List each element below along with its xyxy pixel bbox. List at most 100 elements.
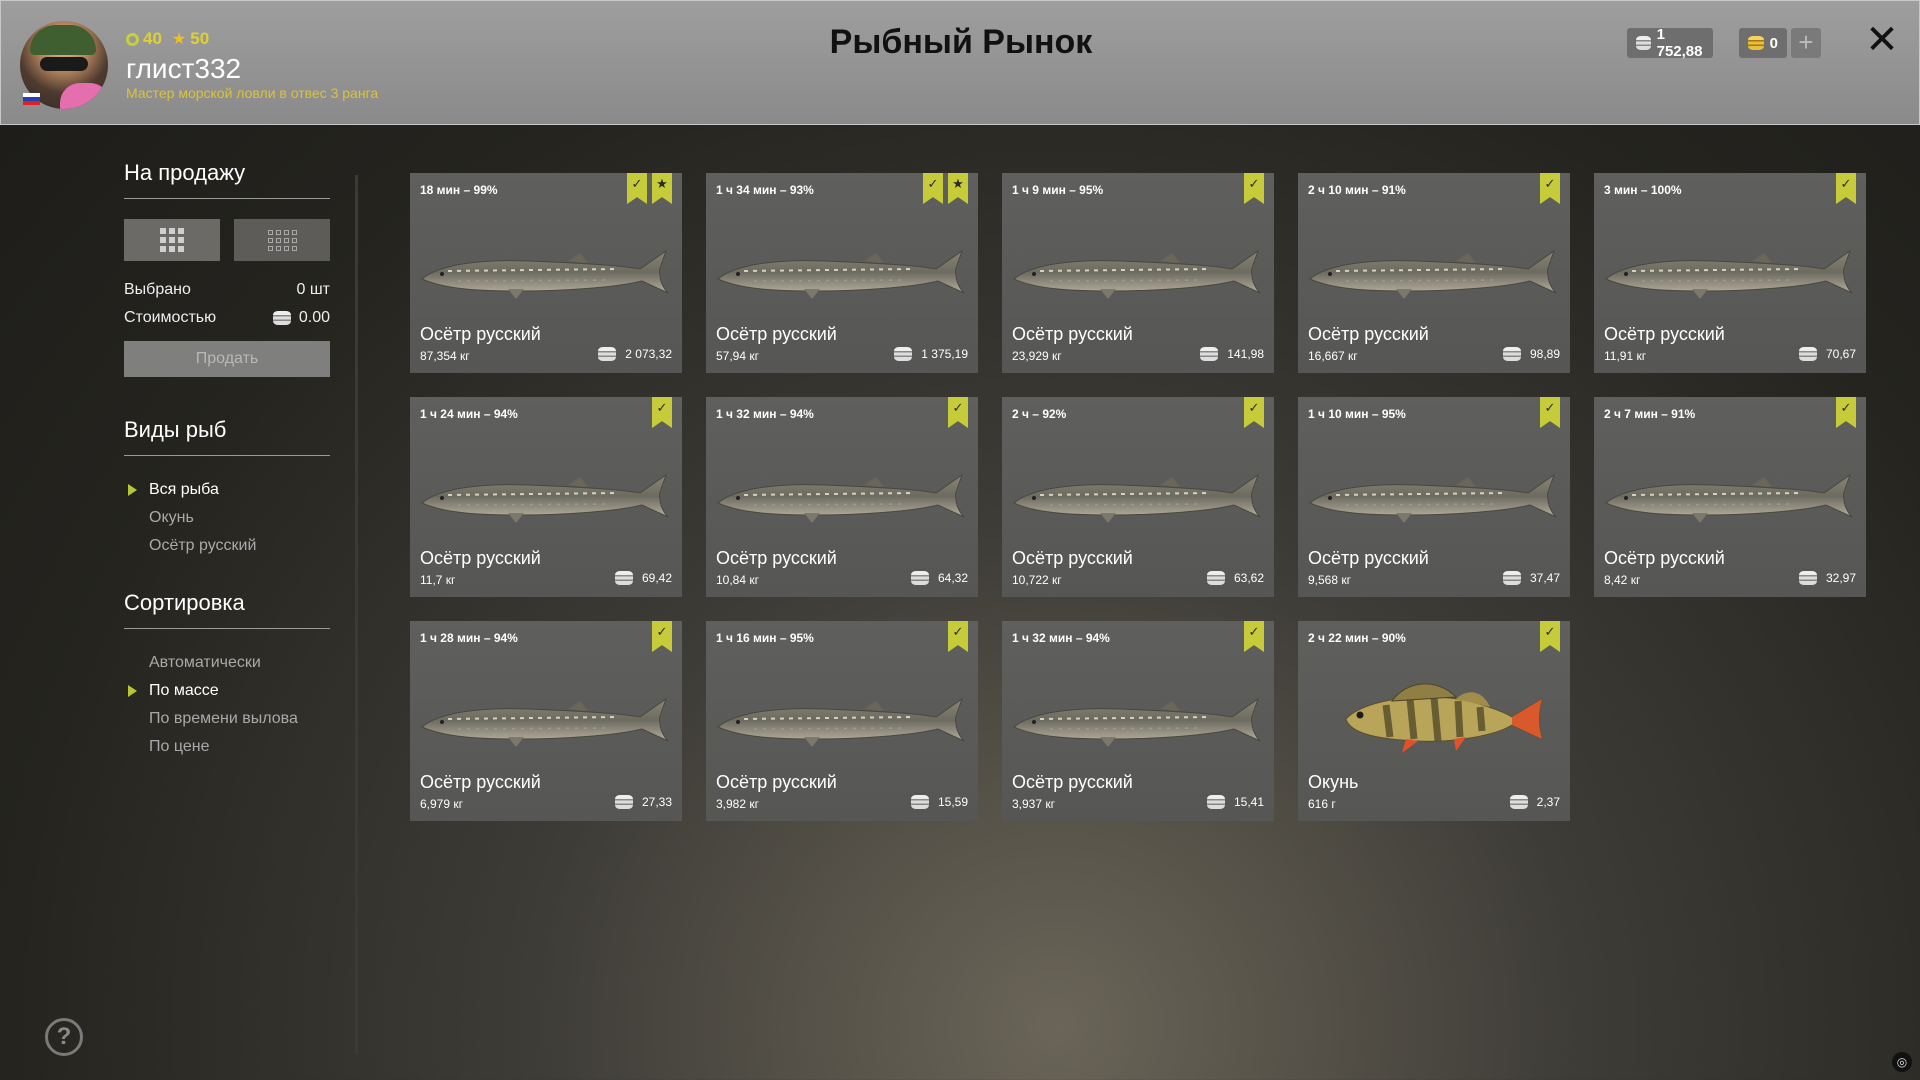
small-grid-view-button[interactable] [234,219,330,261]
silver-coins-icon [1636,36,1651,50]
sorting-title: Сортировка [124,590,330,629]
fish-type-item[interactable]: Осётр русский [124,532,330,560]
star-icon[interactable]: ★ [652,173,672,204]
sort-option-item[interactable]: По времени вылова [124,705,330,733]
check-icon[interactable]: ✓ [1244,397,1264,428]
fish-card[interactable]: 1 ч 28 мин – 94% ✓ Осётр русский 6,979 к… [410,621,682,821]
fish-card[interactable]: 3 мин – 100% ✓ Осётр русский 11,91 кг 70… [1594,173,1866,373]
check-icon[interactable]: ✓ [948,397,968,428]
check-icon[interactable]: ✓ [1540,621,1560,652]
fish-name: Осётр русский [1012,772,1133,792]
fish-price: 64,32 [910,571,968,585]
catch-time: 1 ч 32 мин – 94% [1012,631,1110,645]
catch-time: 1 ч 9 мин – 95% [1012,183,1104,197]
check-icon[interactable]: ✓ [948,621,968,652]
plus-icon[interactable]: + [1791,28,1821,58]
price-value: 70,67 [1825,347,1856,361]
catch-time: 18 мин – 99% [420,183,498,197]
price-value: 63,62 [1233,571,1264,585]
fish-weight: 8,42 кг [1604,573,1641,587]
fish-name: Осётр русский [716,548,837,568]
card-badges: ✓ [948,621,968,652]
card-badges: ✓ [1540,621,1560,652]
check-icon[interactable]: ✓ [1836,173,1856,204]
catch-time: 3 мин – 100% [1604,183,1682,197]
fish-weight: 3,982 кг [716,797,759,811]
fish-card[interactable]: 1 ч 24 мин – 94% ✓ Осётр русский 11,7 кг… [410,397,682,597]
check-icon[interactable]: ✓ [1540,173,1560,204]
large-grid-view-button[interactable] [124,219,220,261]
sort-option-item[interactable]: Автоматически [124,649,330,677]
selected-label: Выбрано [124,281,191,298]
check-icon[interactable]: ✓ [1244,621,1264,652]
fish-card[interactable]: 2 ч – 92% ✓ Осётр русский 10,722 кг 63,6… [1002,397,1274,597]
card-badges: ✓ ★ [923,173,968,204]
fish-card[interactable]: 1 ч 32 мин – 94% ✓ Осётр русский 10,84 к… [706,397,978,597]
silver-coins-icon [1509,795,1528,809]
fish-name: Осётр русский [420,772,541,792]
fish-card[interactable]: 1 ч 16 мин – 95% ✓ Осётр русский 3,982 к… [706,621,978,821]
fish-card[interactable]: 1 ч 34 мин – 93% ✓ ★ Осётр русский 57,94 … [706,173,978,373]
check-icon[interactable]: ✓ [1540,397,1560,428]
check-icon[interactable]: ✓ [1244,173,1264,204]
silver-coins-icon [1798,347,1817,361]
fish-price: 141,98 [1200,347,1264,361]
fish-type-item[interactable]: Вся рыба [124,476,330,504]
settings-icon[interactable]: ◎ [1892,1052,1912,1072]
catch-time: 1 ч 24 мин – 94% [420,407,518,421]
fish-price: 98,89 [1502,347,1560,361]
catch-time: 2 ч 22 мин – 90% [1308,631,1406,645]
card-badges: ✓ [1540,173,1560,204]
check-icon[interactable]: ✓ [1836,397,1856,428]
card-badges: ✓ [948,397,968,428]
card-badges: ✓ [1244,397,1264,428]
sell-button[interactable]: Продать [124,341,330,377]
fish-weight: 616 г [1308,797,1336,811]
star-icon[interactable]: ★ [948,173,968,204]
fish-card[interactable]: 2 ч 7 мин – 91% ✓ Осётр русский 8,42 кг … [1594,397,1866,597]
sort-option-item[interactable]: По массе [124,677,330,705]
price-value: 15,41 [1233,795,1264,809]
sturgeon-image [1309,249,1557,299]
fish-card[interactable]: 1 ч 32 мин – 94% ✓ Осётр русский 3,937 к… [1002,621,1274,821]
fish-card[interactable]: 1 ч 10 мин – 95% ✓ Осётр русский 9,568 к… [1298,397,1570,597]
fish-name: Осётр русский [420,324,541,344]
close-icon[interactable]: ✕ [1863,20,1901,60]
price-value: 15,59 [937,795,968,809]
fish-weight: 3,937 кг [1012,797,1055,811]
fish-name: Осётр русский [716,324,837,344]
fish-price: 2,37 [1509,795,1560,809]
help-icon[interactable]: ? [45,1018,83,1056]
silver-coins-icon [614,571,633,585]
selected-value: 0 шт [296,281,330,298]
small-grid-icon [267,229,297,251]
fish-card[interactable]: 18 мин – 99% ✓ ★ Осётр русский 87,354 кг … [410,173,682,373]
fish-price: 27,33 [614,795,672,809]
fish-card[interactable]: 1 ч 9 мин – 95% ✓ Осётр русский 23,929 к… [1002,173,1274,373]
fish-price: 70,67 [1798,347,1856,361]
catch-time: 1 ч 32 мин – 94% [716,407,814,421]
price-value: 141,98 [1227,347,1264,361]
fish-name: Осётр русский [1012,548,1133,568]
fish-type-item[interactable]: Окунь [124,504,330,532]
fish-weight: 16,667 кг [1308,349,1358,363]
card-badges: ✓ [1836,173,1856,204]
silver-coins-icon [614,795,633,809]
view-toggles [124,219,330,261]
sort-option-item[interactable]: По цене [124,733,330,761]
catch-time: 2 ч 7 мин – 91% [1604,407,1696,421]
check-icon[interactable]: ✓ [652,621,672,652]
catch-time: 1 ч 10 мин – 95% [1308,407,1406,421]
check-icon[interactable]: ✓ [627,173,647,204]
fish-name: Осётр русский [1308,548,1429,568]
check-icon[interactable]: ✓ [923,173,943,204]
fish-name: Осётр русский [716,772,837,792]
fish-card[interactable]: 2 ч 22 мин – 90% ✓ Окунь 616 г 2,37 [1298,621,1570,821]
silver-coins-icon [1200,347,1219,361]
catch-time: 1 ч 34 мин – 93% [716,183,814,197]
check-icon[interactable]: ✓ [652,397,672,428]
sturgeon-image [1013,697,1261,747]
fish-card[interactable]: 2 ч 10 мин – 91% ✓ Осётр русский 16,667 … [1298,173,1570,373]
price-value: 1 375,19 [921,347,968,361]
fish-weight: 57,94 кг [716,349,759,363]
